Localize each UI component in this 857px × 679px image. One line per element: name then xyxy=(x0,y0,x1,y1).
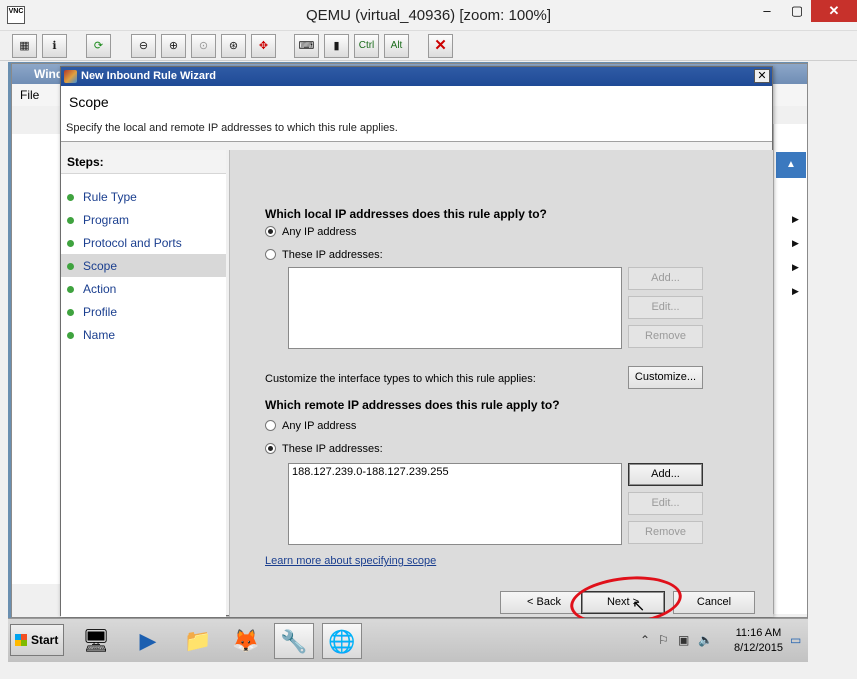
firefox-icon[interactable]: 🦊 xyxy=(226,623,266,659)
local-any-ip-radio[interactable]: Any IP address xyxy=(265,226,356,238)
network-icon[interactable]: ▣ xyxy=(678,633,689,647)
clock[interactable]: 11:16 AM 8/12/2015 xyxy=(734,626,783,656)
zoom-reset-icon[interactable]: ⊙ xyxy=(191,34,216,58)
powershell-icon[interactable]: ▶ xyxy=(128,623,168,659)
remote-ip-question: Which remote IP addresses does this rule… xyxy=(265,398,560,412)
zoom-fit-icon[interactable]: ⊛ xyxy=(221,34,246,58)
ctrl-key-button[interactable]: Ctrl xyxy=(354,34,379,58)
collapse-up-icon[interactable]: ▲ xyxy=(776,152,806,178)
wizard-title: New Inbound Rule Wizard xyxy=(81,70,216,82)
next-button[interactable]: Next > xyxy=(581,591,665,614)
server-manager-icon[interactable]: 🖥 xyxy=(76,623,116,659)
local-add-button[interactable]: Add... xyxy=(628,267,703,290)
step-profile[interactable]: Profile xyxy=(61,300,226,323)
mmc-actions-pane: ▲ ▶ ▶ ▶ ▶ xyxy=(773,124,807,614)
zoom-in-icon[interactable]: ⊕ xyxy=(161,34,186,58)
remote-edit-button[interactable]: Edit... xyxy=(628,492,703,515)
show-desktop-icon[interactable]: ▭ xyxy=(790,633,801,647)
step-protocol-and-ports[interactable]: Protocol and Ports xyxy=(61,231,226,254)
remote-these-ip-radio[interactable]: These IP addresses: xyxy=(265,443,383,455)
learn-more-link[interactable]: Learn more about specifying scope xyxy=(265,555,436,567)
local-remove-button[interactable]: Remove xyxy=(628,325,703,348)
radio-checked-icon xyxy=(265,226,276,237)
mmc-tree-pane xyxy=(12,134,62,584)
back-button[interactable]: < Back xyxy=(500,591,588,614)
mmc-title: Wind xyxy=(34,67,64,81)
step-name[interactable]: Name xyxy=(61,323,226,346)
firewall-app-icon[interactable]: 🌐 xyxy=(322,623,362,659)
mouse-cursor-icon: ↖ xyxy=(632,598,646,615)
properties-icon[interactable]: ▦ xyxy=(12,34,37,58)
alt-key-button[interactable]: Alt xyxy=(384,34,409,58)
step-action[interactable]: Action xyxy=(61,277,226,300)
flag-icon[interactable]: ⚐ xyxy=(658,633,669,647)
file-explorer-icon[interactable]: 📁 xyxy=(178,623,218,659)
customize-interface-text: Customize the interface types to which t… xyxy=(265,373,536,385)
disconnect-icon[interactable]: ✕ xyxy=(428,34,453,58)
radio-unchecked-icon xyxy=(265,249,276,260)
tools-icon[interactable]: 🔧 xyxy=(274,623,314,659)
step-bullet-icon xyxy=(67,263,74,270)
ctrl-alt-del-icon[interactable]: ▮ xyxy=(324,34,349,58)
zoom-out-icon[interactable]: ⊖ xyxy=(131,34,156,58)
firewall-icon xyxy=(64,70,77,83)
fullscreen-icon[interactable]: ✥ xyxy=(251,34,276,58)
step-scope[interactable]: Scope xyxy=(61,254,226,277)
clock-time: 11:16 AM xyxy=(735,627,782,639)
remote-any-ip-radio[interactable]: Any IP address xyxy=(265,420,356,432)
cancel-button[interactable]: Cancel xyxy=(673,591,755,614)
steps-heading: Steps: xyxy=(61,150,226,174)
step-bullet-icon xyxy=(67,309,74,316)
steps-pane: Steps: Rule Type Program Protocol and Po… xyxy=(61,150,226,617)
step-bullet-icon xyxy=(67,240,74,247)
local-ip-list[interactable] xyxy=(288,267,622,349)
step-bullet-icon xyxy=(67,217,74,224)
chevron-right-icon[interactable]: ▶ xyxy=(792,214,799,225)
system-tray: ⌃ ⚐ ▣ 🔈 11:16 AM 8/12/2015 ▭ xyxy=(636,623,806,659)
step-bullet-icon xyxy=(67,332,74,339)
keyboard-icon[interactable]: ⌨ xyxy=(294,34,319,58)
chevron-right-icon[interactable]: ▶ xyxy=(792,238,799,249)
tray-expand-icon[interactable]: ⌃ xyxy=(640,633,650,647)
info-icon[interactable]: ℹ xyxy=(42,34,67,58)
start-button[interactable]: Start xyxy=(10,624,64,656)
clock-date: 8/12/2015 xyxy=(734,642,783,654)
chevron-right-icon[interactable]: ▶ xyxy=(792,262,799,273)
local-edit-button[interactable]: Edit... xyxy=(628,296,703,319)
windows-flag-icon xyxy=(15,634,27,646)
step-rule-type[interactable]: Rule Type xyxy=(61,185,226,208)
radio-unchecked-icon xyxy=(265,420,276,431)
radio-checked-icon xyxy=(265,443,276,454)
chevron-right-icon[interactable]: ▶ xyxy=(792,286,799,297)
guest-screen: Wind File ▲ ▶ ▶ ▶ ▶ New Inbound Rule Wiz… xyxy=(8,62,808,662)
customize-button[interactable]: Customize... xyxy=(628,366,703,389)
scope-content-pane: Which local IP addresses does this rule … xyxy=(229,150,773,617)
taskbar: Start 🖥 ▶ 📁 🦊 🔧 🌐 ⌃ ⚐ ▣ 🔈 11:16 AM 8/12/… xyxy=(8,618,808,662)
new-inbound-rule-wizard: New Inbound Rule Wizard ✕ Scope Specify … xyxy=(60,66,773,617)
local-ip-question: Which local IP addresses does this rule … xyxy=(265,207,547,221)
page-subtitle: Specify the local and remote IP addresse… xyxy=(66,122,398,134)
qemu-title-bar: VNC QEMU (virtual_40936) [zoom: 100%] – … xyxy=(0,0,857,31)
wizard-header: Scope Specify the local and remote IP ad… xyxy=(61,86,772,142)
volume-muted-icon[interactable]: 🔈 xyxy=(698,633,713,647)
close-icon[interactable]: ✕ xyxy=(754,69,770,83)
maximize-icon[interactable]: ▢ xyxy=(782,0,812,22)
close-icon[interactable]: ✕ xyxy=(811,0,857,22)
step-bullet-icon xyxy=(67,194,74,201)
list-item[interactable]: 188.127.239.0-188.127.239.255 xyxy=(292,466,618,478)
refresh-icon[interactable]: ⟳ xyxy=(86,34,111,58)
page-title: Scope xyxy=(69,94,109,110)
remote-ip-list[interactable]: 188.127.239.0-188.127.239.255 xyxy=(288,463,622,545)
wizard-title-bar: New Inbound Rule Wizard ✕ xyxy=(61,67,772,86)
local-these-ip-radio[interactable]: These IP addresses: xyxy=(265,249,383,261)
qemu-window-title: QEMU (virtual_40936) [zoom: 100%] xyxy=(305,7,552,24)
remote-add-button[interactable]: Add... xyxy=(628,463,703,486)
qemu-toolbar: ▦ ℹ ⟳ ⊖ ⊕ ⊙ ⊛ ✥ ⌨ ▮ Ctrl Alt ✕ xyxy=(0,31,857,61)
step-bullet-icon xyxy=(67,286,74,293)
step-program[interactable]: Program xyxy=(61,208,226,231)
minimize-icon[interactable]: – xyxy=(752,0,782,22)
remote-remove-button[interactable]: Remove xyxy=(628,521,703,544)
